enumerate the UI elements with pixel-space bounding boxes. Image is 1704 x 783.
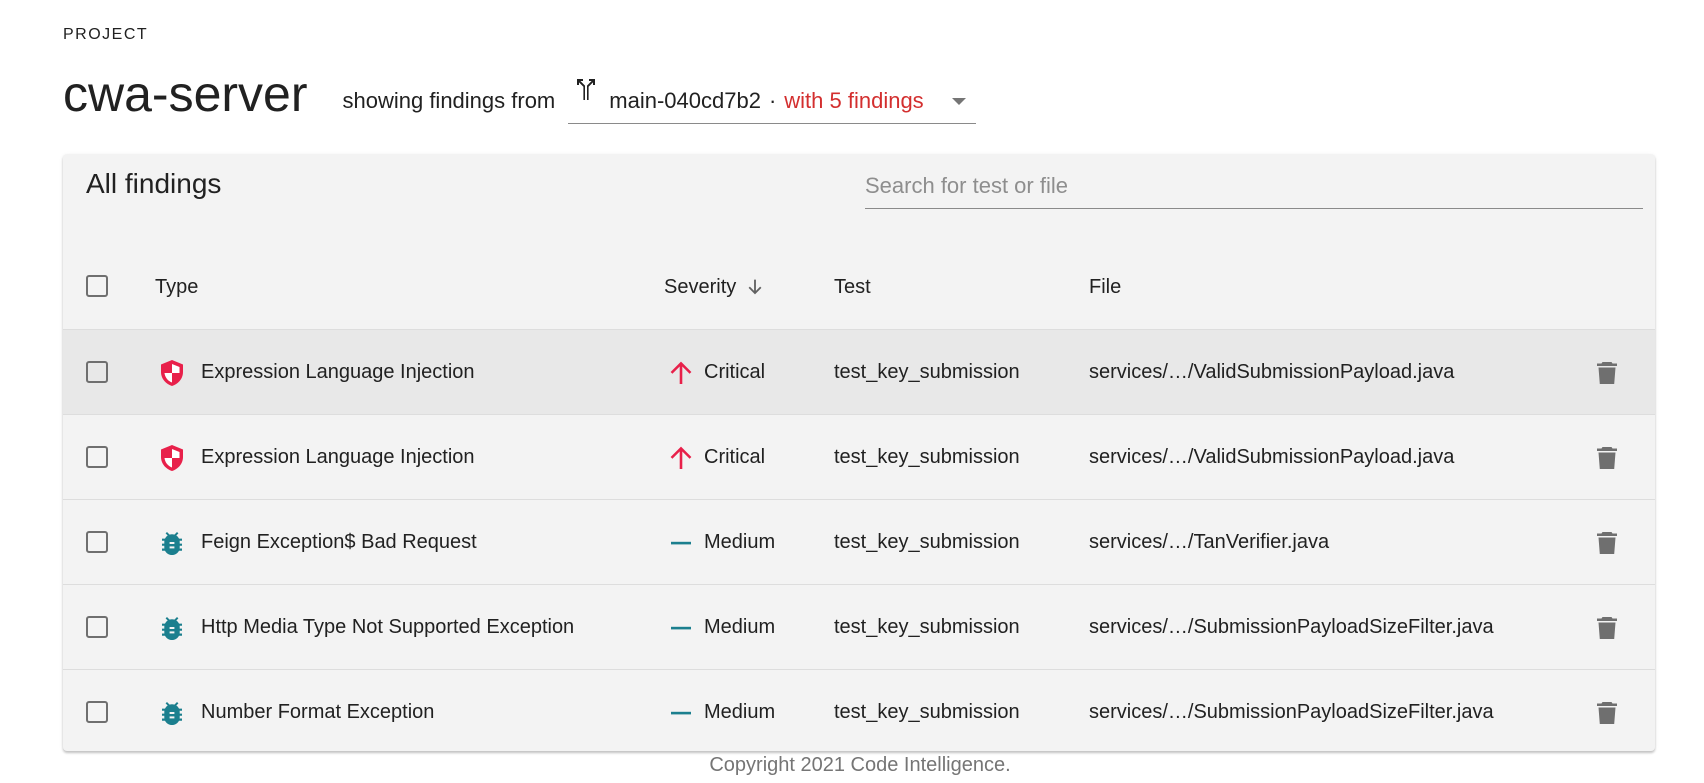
trash-icon[interactable]: [1593, 359, 1621, 387]
table-row[interactable]: Number Format Exception Medium test_key_…: [63, 670, 1655, 751]
finding-file: services/…/ValidSubmissionPayload.java: [1089, 446, 1455, 468]
finding-type: Number Format Exception: [201, 701, 435, 723]
column-header-severity-label: Severity: [664, 276, 737, 298]
page: PROJECT cwa-server showing findings from…: [0, 0, 1704, 783]
finding-file: services/…/SubmissionPayloadSizeFilter.j…: [1089, 616, 1494, 638]
dropdown-arrow-icon: [952, 98, 967, 105]
trash-icon[interactable]: [1593, 614, 1621, 642]
project-label: PROJECT: [63, 26, 149, 43]
project-title: cwa-server: [63, 66, 308, 122]
table-row[interactable]: Expression Language Injection Critical t…: [63, 330, 1655, 415]
search-input[interactable]: [865, 166, 1643, 206]
showing-findings-label: showing findings from: [342, 88, 556, 113]
row-checkbox[interactable]: [86, 446, 108, 468]
table-header: Type Severity Test File: [63, 230, 1655, 330]
branch-merge-icon: [577, 79, 596, 100]
finding-test: test_key_submission: [834, 616, 1020, 638]
finding-type: Expression Language Injection: [201, 446, 475, 468]
arrow-up-icon: [670, 361, 692, 384]
row-checkbox[interactable]: [86, 616, 108, 638]
shield-icon: [161, 360, 183, 386]
table-row[interactable]: Feign Exception$ Bad Request Medium test…: [63, 500, 1655, 585]
finding-type: Http Media Type Not Supported Exception: [201, 616, 575, 638]
search-field: [865, 166, 1643, 209]
branch-name: main-040cd7b2: [609, 88, 761, 113]
bug-icon: [162, 617, 182, 640]
sort-descending-icon: [748, 279, 762, 295]
bug-icon: [162, 532, 182, 555]
finding-severity: Critical: [704, 361, 766, 383]
finding-severity: Critical: [704, 446, 766, 468]
column-header-file[interactable]: File: [1089, 274, 1121, 300]
finding-test: test_key_submission: [834, 701, 1020, 723]
finding-file: services/…/TanVerifier.java: [1089, 531, 1330, 553]
column-header-severity[interactable]: Severity: [664, 274, 766, 300]
trash-icon[interactable]: [1593, 529, 1621, 557]
findings-card: All findings Type Severity Test File: [63, 154, 1655, 751]
finding-test: test_key_submission: [834, 531, 1020, 553]
finding-test: test_key_submission: [834, 446, 1020, 468]
bug-icon: [162, 702, 182, 725]
row-checkbox[interactable]: [86, 701, 108, 723]
branch-select[interactable]: main-040cd7b2 · with 5 findings: [568, 74, 977, 124]
dash-icon: [671, 541, 691, 545]
shield-icon: [161, 445, 183, 471]
finding-severity: Medium: [704, 616, 776, 638]
finding-severity: Medium: [704, 701, 776, 723]
row-checkbox[interactable]: [86, 531, 108, 553]
select-all-checkbox[interactable]: [86, 275, 108, 297]
dash-icon: [671, 711, 691, 715]
findings-table: Type Severity Test File Expression Langu…: [63, 230, 1655, 751]
card-title: All findings: [86, 168, 222, 199]
finding-severity: Medium: [704, 531, 776, 553]
branch-separator: ·: [768, 88, 777, 113]
row-checkbox[interactable]: [86, 361, 108, 383]
finding-type: Feign Exception$ Bad Request: [201, 531, 477, 553]
column-header-test[interactable]: Test: [834, 274, 871, 300]
footer-copyright: Copyright 2021 Code Intelligence.: [709, 754, 1011, 776]
column-header-type[interactable]: Type: [155, 274, 198, 300]
arrow-up-icon: [670, 446, 692, 469]
trash-icon[interactable]: [1593, 444, 1621, 472]
trash-icon[interactable]: [1593, 699, 1621, 727]
finding-file: services/…/ValidSubmissionPayload.java: [1089, 361, 1455, 383]
table-row[interactable]: Expression Language Injection Critical t…: [63, 415, 1655, 500]
table-row[interactable]: Http Media Type Not Supported Exception …: [63, 585, 1655, 670]
finding-type: Expression Language Injection: [201, 361, 475, 383]
dash-icon: [671, 626, 691, 630]
finding-test: test_key_submission: [834, 361, 1020, 383]
branch-findings-count: with 5 findings: [784, 88, 924, 113]
finding-file: services/…/SubmissionPayloadSizeFilter.j…: [1089, 701, 1494, 723]
title-row: cwa-server showing findings from main-04…: [63, 62, 977, 126]
